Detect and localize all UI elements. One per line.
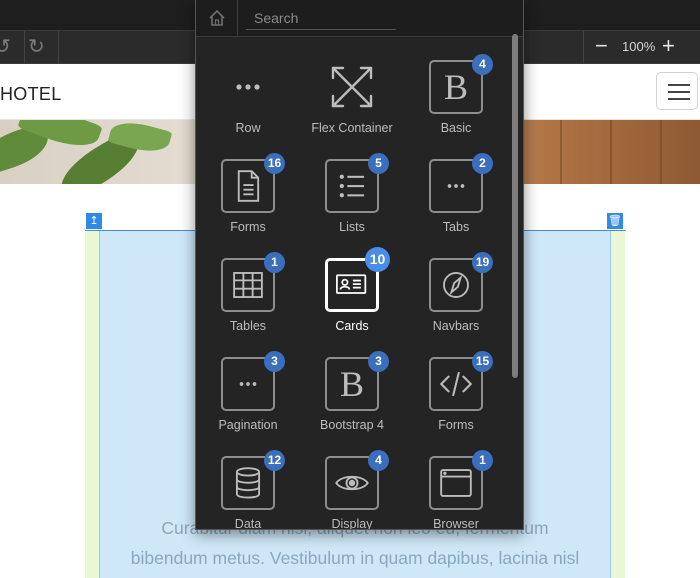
hamburger-icon (668, 98, 690, 100)
component-label: Flex Container (311, 121, 393, 135)
component-label: Tabs (442, 220, 470, 234)
component-lists[interactable]: 5 Lists (300, 153, 404, 250)
count-badge: 19 (472, 252, 493, 273)
toolbar-divider (24, 31, 25, 65)
hamburger-icon (668, 84, 690, 86)
component-forms[interactable]: 16 Forms (196, 153, 300, 250)
component-tabs[interactable]: 2 Tabs (404, 153, 508, 250)
toolbar-divider (58, 31, 59, 65)
component-label: Bootstrap 4 (320, 418, 384, 432)
component-label: Row (235, 121, 261, 135)
move-handle-icon[interactable]: ↥ (86, 213, 102, 229)
component-label: Basic (440, 121, 472, 135)
navbar-toggler-button[interactable] (656, 72, 698, 110)
count-badge: 2 (472, 153, 493, 174)
component-navbars[interactable]: 19 Navbars (404, 252, 508, 349)
component-browser[interactable]: 1 Browser (404, 450, 508, 530)
component-data[interactable]: 12 Data (196, 450, 300, 530)
zoom-level: 100% (622, 39, 656, 54)
popup-scrollbar[interactable] (512, 34, 518, 378)
undo-icon[interactable]: ↺ (0, 36, 11, 58)
count-badge: 4 (472, 54, 493, 75)
component-pagination[interactable]: 3 Pagination (196, 351, 300, 448)
count-badge: 12 (264, 450, 285, 471)
search-input[interactable] (246, 6, 396, 30)
count-badge: 10 (365, 247, 390, 272)
count-badge: 4 (368, 450, 389, 471)
redo-icon[interactable]: ↻ (28, 36, 45, 58)
wood-plank-line (610, 120, 612, 184)
zoom-in-button[interactable]: + (662, 34, 675, 58)
home-icon (209, 9, 225, 26)
count-badge: 1 (472, 450, 493, 471)
component-label: Lists (339, 220, 365, 234)
hamburger-icon (668, 91, 690, 93)
count-badge: 1 (264, 252, 285, 273)
component-label: Pagination (218, 418, 278, 432)
component-label: Navbars (432, 319, 480, 333)
component-basic[interactable]: B 4 Basic (404, 54, 508, 151)
delete-icon[interactable]: 🗑 (607, 213, 623, 229)
count-badge: 15 (472, 351, 493, 372)
component-forms-code[interactable]: 15 Forms (404, 351, 508, 448)
count-badge: 3 (368, 351, 389, 372)
count-badge: 5 (368, 153, 389, 174)
navbar-brand[interactable]: HOTEL (0, 84, 62, 105)
home-button[interactable] (196, 0, 238, 36)
component-flex-container[interactable]: Flex Container (300, 55, 404, 151)
component-tables[interactable]: 1 Tables (196, 252, 300, 349)
component-display[interactable]: 4 Display (300, 450, 404, 530)
zoom-out-button[interactable]: − (595, 34, 608, 58)
component-label: Browser (433, 517, 479, 530)
component-label: Cards (335, 319, 369, 333)
text-line: bibendum metus. Vestibulum in quam dapib… (130, 548, 580, 568)
component-label: Forms (230, 220, 266, 234)
expand-arrows-icon (325, 60, 379, 114)
count-badge: 3 (264, 351, 285, 372)
count-badge: 16 (264, 153, 285, 174)
component-bootstrap-4[interactable]: B 3 Bootstrap 4 (300, 351, 404, 448)
component-label: Tables (229, 319, 267, 333)
wood-plank-line (660, 120, 662, 184)
component-cards[interactable]: 10 Cards (300, 247, 404, 349)
toolbar-divider (583, 31, 584, 65)
wood-plank-line (560, 120, 562, 184)
component-label: Display (331, 517, 373, 530)
dots-icon (221, 60, 275, 114)
component-row[interactable]: Row (196, 55, 300, 151)
component-label: Forms (438, 418, 474, 432)
popup-header (196, 0, 523, 37)
components-popup: Row Flex Container B 4 Basic 16 Forms (195, 0, 524, 530)
component-label: Data (234, 517, 262, 530)
